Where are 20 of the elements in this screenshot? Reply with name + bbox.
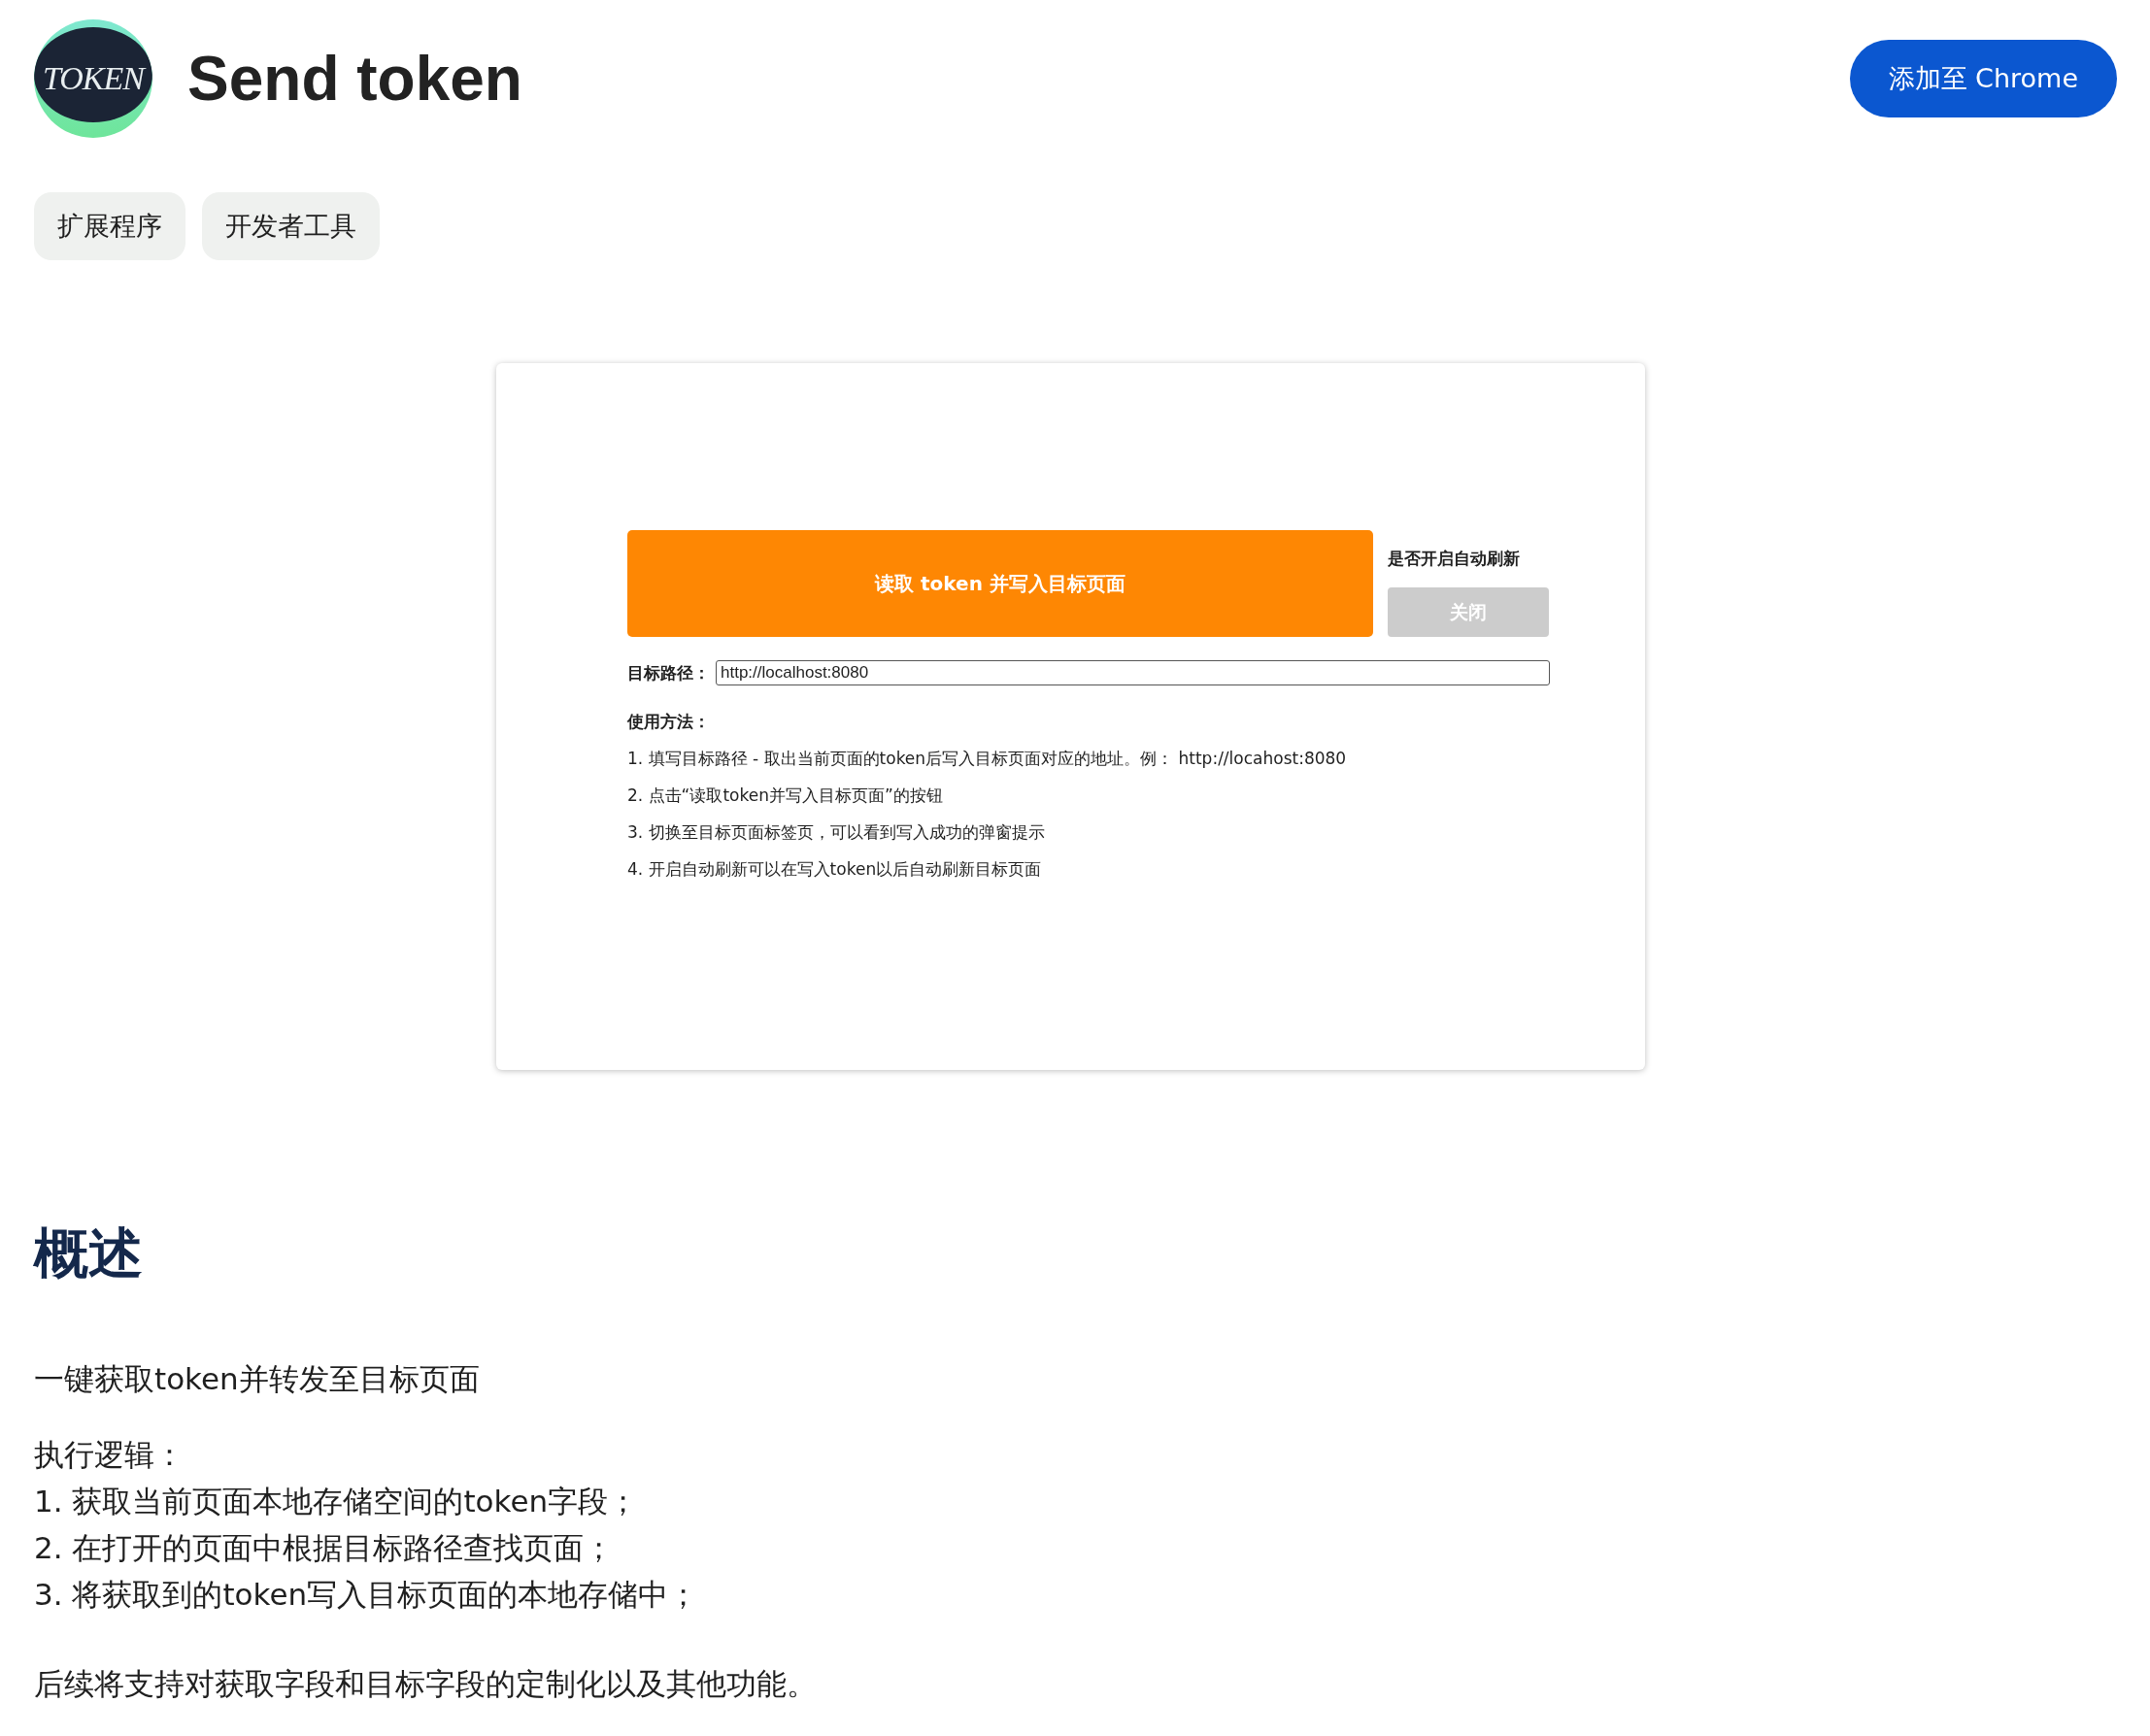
overview-heading: 概述	[34, 1220, 144, 1286]
usage-step: 2. 点击“读取token并写入目标页面”的按钮	[627, 785, 1550, 807]
footer-note: 后续将支持对获取字段和目标字段的定制化以及其他功能。	[34, 1665, 818, 1703]
path-label: 目标路径：	[627, 661, 710, 684]
summary-text: 一键获取token并转发至目标页面	[34, 1360, 481, 1398]
extension-title: Send token	[187, 43, 522, 115]
usage-step: 3. 切换至目标页面标签页，可以看到写入成功的弹窗提示	[627, 821, 1550, 844]
usage-title: 使用方法：	[627, 711, 711, 733]
logo-icon: TOKEN	[34, 19, 152, 138]
path-field: http://localhost:8080	[716, 660, 1550, 685]
usage-step: 4. 开启自动刷新可以在写入token以后自动刷新目标页面	[627, 858, 1550, 881]
category-chip[interactable]: 扩展程序	[34, 192, 185, 260]
logic-title: 执行逻辑：	[34, 1436, 185, 1474]
auto-refresh-label: 是否开启自动刷新	[1388, 548, 1521, 570]
logic-step: 2. 在打开的页面中根据目标路径查找页面；	[34, 1524, 2117, 1571]
usage-step: 1. 填写目标路径 - 取出当前页面的token后写入目标页面对应的地址。例： http://locahost:8080	[627, 748, 1550, 770]
add-to-chrome-button[interactable]: 添加至 Chrome	[1849, 40, 2117, 117]
logic-step: 3. 将获取到的token写入目标页面的本地存储中；	[34, 1571, 2117, 1618]
category-chip[interactable]: 开发者工具	[202, 192, 380, 260]
logic-step: 1. 获取当前页面本地存储空间的token字段；	[34, 1478, 2117, 1524]
